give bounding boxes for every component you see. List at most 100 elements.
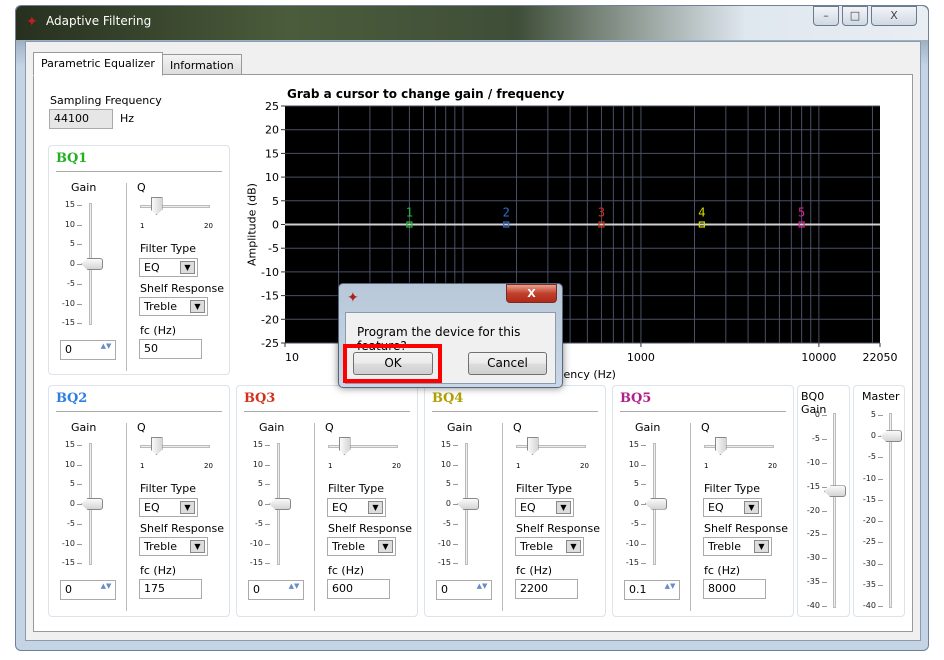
fc-label: fc (Hz) xyxy=(704,564,741,577)
fc-label: fc (Hz) xyxy=(140,324,177,337)
bq4-shelf-response-select[interactable]: Treble ▼ xyxy=(515,537,584,556)
shelf-response-label: Shelf Response xyxy=(140,522,224,535)
bq0-tick xyxy=(822,486,827,488)
master-tick xyxy=(878,563,883,565)
minimize-button[interactable]: – xyxy=(813,6,839,26)
gain-tick-label: 10 xyxy=(64,459,75,469)
master-slider[interactable] xyxy=(889,413,892,608)
bq5-shelf-response-select[interactable]: Treble ▼ xyxy=(703,537,772,556)
chevron-down-icon[interactable]: ▼ xyxy=(190,300,205,313)
bq0-tick xyxy=(822,582,827,584)
y-tick-label: 20 xyxy=(265,124,279,137)
bq0-tick-label: -15 xyxy=(806,481,820,491)
divider xyxy=(432,411,598,412)
close-button[interactable]: X xyxy=(871,6,917,26)
gain-tick xyxy=(453,445,458,446)
gain-tick-label: 15 xyxy=(64,200,75,209)
spinner-icon[interactable]: ▲▼ xyxy=(475,583,489,597)
chevron-down-icon[interactable]: ▼ xyxy=(190,540,205,553)
tab-parametric-equalizer[interactable]: Parametric Equalizer xyxy=(33,52,163,76)
chevron-down-icon[interactable]: ▼ xyxy=(566,540,581,553)
dialog-close-button[interactable]: X xyxy=(506,284,557,303)
fc-label: fc (Hz) xyxy=(328,564,365,577)
bq0-slider[interactable] xyxy=(833,413,836,608)
title-bar[interactable]: ✦ Adaptive Filtering – □ X xyxy=(16,6,928,40)
chevron-down-icon[interactable]: ▼ xyxy=(754,540,769,553)
master-tick xyxy=(878,584,883,586)
bq2-gain-field[interactable]: 0 ▲▼ xyxy=(60,580,116,600)
q-max-label: 20 xyxy=(204,222,213,230)
divider xyxy=(620,411,786,412)
gain-tick-label: 5 xyxy=(633,479,639,489)
bq3-filter-type-select[interactable]: EQ ▼ xyxy=(327,498,386,517)
ok-button[interactable]: OK xyxy=(353,352,433,375)
master-tick xyxy=(878,415,883,416)
gain-tick xyxy=(265,523,270,525)
chevron-down-icon[interactable]: ▼ xyxy=(180,501,195,514)
master-tick-label: -15 xyxy=(862,494,876,504)
bq4-title: BQ4 xyxy=(432,391,464,406)
q-label: Q xyxy=(137,421,146,434)
master-tick xyxy=(878,457,883,459)
spinner-icon[interactable]: ▲▼ xyxy=(287,583,301,597)
gain-tick-label: -10 xyxy=(437,538,451,548)
bq0-tick-label: 0 xyxy=(814,410,820,419)
bq3-fc-field[interactable]: 600 xyxy=(327,579,390,599)
gain-tick xyxy=(265,464,270,466)
filter-type-label: Filter Type xyxy=(516,482,573,495)
gain-tick xyxy=(265,484,270,486)
gain-tick-label: 0 xyxy=(257,499,263,509)
bq4-gain-field[interactable]: 0 ▲▼ xyxy=(436,580,492,600)
gain-tick xyxy=(265,504,270,506)
bq0-tick xyxy=(822,438,827,440)
chevron-down-icon[interactable]: ▼ xyxy=(180,261,195,274)
cancel-button[interactable]: Cancel xyxy=(468,352,547,375)
bq2-filter-type-select[interactable]: EQ ▼ xyxy=(139,498,198,517)
sampling-frequency-field[interactable]: 44100 xyxy=(49,109,113,129)
spinner-icon[interactable]: ▲▼ xyxy=(99,583,113,597)
bq3-gain-field[interactable]: 0 ▲▼ xyxy=(248,580,304,600)
bq0-tick-label: -25 xyxy=(806,529,820,539)
bq3-shelf-response-select[interactable]: Treble ▼ xyxy=(327,537,396,556)
y-tick-label: 0 xyxy=(272,219,279,232)
maximize-button[interactable]: □ xyxy=(842,6,868,26)
chevron-down-icon[interactable]: ▼ xyxy=(744,501,759,514)
cursor-label: 3 xyxy=(598,206,605,220)
gain-label: Gain xyxy=(259,421,285,434)
bq1-filter-type-select[interactable]: EQ ▼ xyxy=(139,258,198,277)
chevron-down-icon[interactable]: ▼ xyxy=(378,540,393,553)
bq1-gain-field[interactable]: 0 ▲▼ xyxy=(60,340,116,360)
sampling-frequency-label: Sampling Frequency xyxy=(50,94,162,107)
bq4-filter-type-select[interactable]: EQ ▼ xyxy=(515,498,574,517)
master-tick xyxy=(878,499,883,501)
tab-information[interactable]: Information xyxy=(162,54,242,76)
bq2-shelf-response-select[interactable]: Treble ▼ xyxy=(139,537,208,556)
gain-tick xyxy=(453,563,458,565)
spinner-icon[interactable]: ▲▼ xyxy=(663,583,677,597)
gain-tick xyxy=(641,504,646,506)
chevron-down-icon[interactable]: ▼ xyxy=(556,501,571,514)
master-tick-label: -35 xyxy=(862,579,876,589)
gain-tick-label: 10 xyxy=(628,459,639,469)
master-tick xyxy=(878,606,883,607)
gain-tick xyxy=(77,445,82,446)
filter-type-label: Filter Type xyxy=(140,482,197,495)
bq1-fc-field[interactable]: 50 xyxy=(139,339,202,359)
gain-label: Gain xyxy=(447,421,473,434)
bq2-fc-field[interactable]: 175 xyxy=(139,579,202,599)
gain-tick xyxy=(77,563,82,565)
sampling-frequency-unit: Hz xyxy=(120,112,135,125)
fc-label: fc (Hz) xyxy=(140,564,177,577)
gain-tick xyxy=(77,303,82,305)
shelf-response-label: Shelf Response xyxy=(328,522,412,535)
bq4-fc-field[interactable]: 2200 xyxy=(515,579,578,599)
gain-tick-label: -5 xyxy=(255,518,263,528)
chevron-down-icon[interactable]: ▼ xyxy=(368,501,383,514)
bq5-gain-field[interactable]: 0.1 ▲▼ xyxy=(624,580,680,600)
spinner-icon[interactable]: ▲▼ xyxy=(99,343,113,357)
bq5-fc-field[interactable]: 8000 xyxy=(703,579,766,599)
bq0-tick-label: -20 xyxy=(806,505,820,515)
bq5-filter-type-select[interactable]: EQ ▼ xyxy=(703,498,762,517)
bq1-shelf-response-select[interactable]: Treble ▼ xyxy=(139,297,208,316)
y-tick-label: 25 xyxy=(265,100,279,113)
